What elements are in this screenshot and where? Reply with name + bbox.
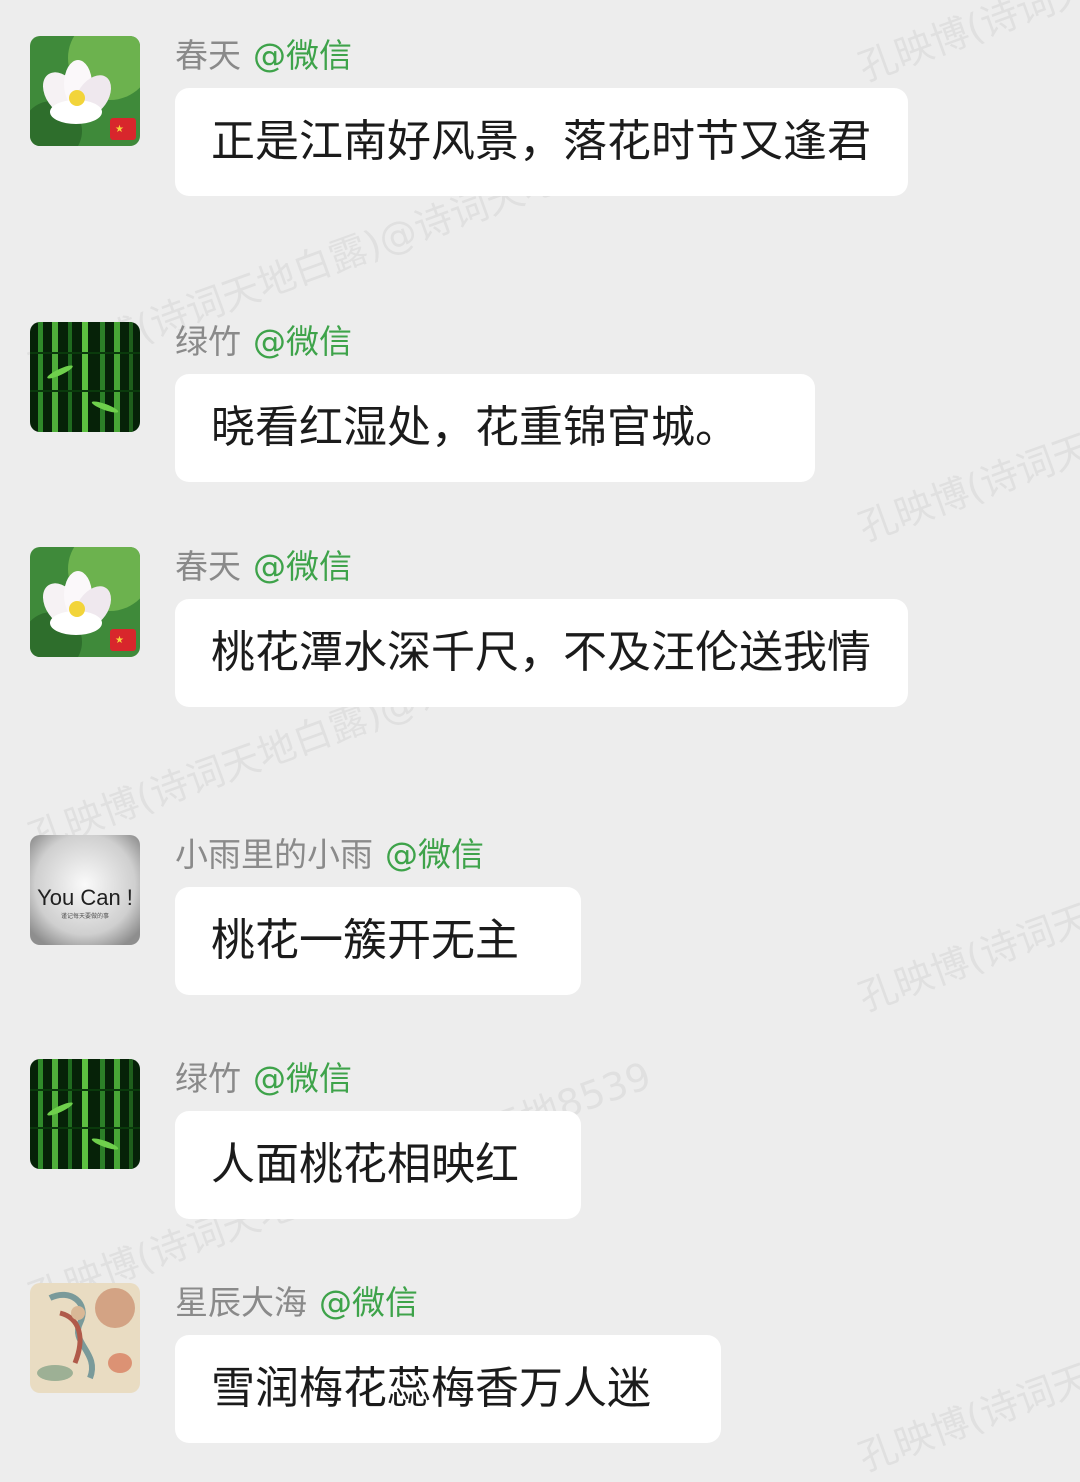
avatar[interactable]	[30, 1283, 140, 1393]
svg-text:★: ★	[115, 635, 124, 646]
watermark: 孔映博(诗词天地8539)	[853, 374, 1080, 550]
message-bubble[interactable]: 桃花一簇开无主	[175, 887, 581, 995]
svg-text:★: ★	[115, 124, 124, 135]
message-bubble[interactable]: 雪润梅花蕊梅香万人迷	[175, 1335, 721, 1443]
message-bubble[interactable]: 正是江南好风景，落花时节又逢君	[175, 88, 908, 196]
sender-name: 绿竹	[175, 1059, 241, 1098]
watermark: 孔映博(诗词天地8539)	[853, 844, 1080, 1020]
message-bubble[interactable]: 桃花潭水深千尺，不及汪伦送我情	[175, 599, 908, 707]
sender-tag: @微信	[385, 835, 484, 874]
lotus-avatar-icon: ★	[30, 547, 140, 657]
sender-name: 星辰大海	[175, 1283, 307, 1322]
sender-tag: @微信	[319, 1283, 418, 1322]
sender-line: 春天 @微信	[175, 34, 352, 78]
bamboo-avatar-icon	[30, 1059, 140, 1169]
sender-name: 小雨里的小雨	[175, 835, 373, 874]
sender-tag: @微信	[253, 1059, 352, 1098]
bamboo-avatar-icon	[30, 322, 140, 432]
avatar[interactable]: ★	[30, 547, 140, 657]
sender-line: 星辰大海 @微信	[175, 1281, 418, 1325]
avatar[interactable]	[30, 1059, 140, 1169]
avatar[interactable]	[30, 322, 140, 432]
sender-name: 春天	[175, 547, 241, 586]
watermark: 孔映博(诗词天地8539)	[853, 1304, 1080, 1480]
sender-name: 春天	[175, 36, 241, 75]
lotus-avatar-icon: ★	[30, 36, 140, 146]
chat-window: 孔映博(诗词天地8539) 孔映博(诗词天地白露)@诗词天地8539 孔映博(诗…	[0, 0, 1080, 1482]
message-bubble[interactable]: 人面桃花相映红	[175, 1111, 581, 1219]
you-can-avatar-icon: You Can ! 谨记每天要做的事	[30, 835, 140, 945]
avatar[interactable]: ★	[30, 36, 140, 146]
watermark: 孔映博(诗词天地8539)	[853, 0, 1080, 90]
sender-line: 春天 @微信	[175, 545, 352, 589]
you-can-title: You Can !	[37, 885, 133, 910]
sender-line: 小雨里的小雨 @微信	[175, 833, 484, 877]
sender-line: 绿竹 @微信	[175, 320, 352, 364]
painting-avatar-icon	[30, 1283, 140, 1393]
message-bubble[interactable]: 晓看红湿处，花重锦官城。	[175, 374, 815, 482]
sender-tag: @微信	[253, 36, 352, 75]
sender-tag: @微信	[253, 547, 352, 586]
sender-line: 绿竹 @微信	[175, 1057, 352, 1101]
sender-name: 绿竹	[175, 322, 241, 361]
you-can-subtitle: 谨记每天要做的事	[61, 912, 109, 920]
sender-tag: @微信	[253, 322, 352, 361]
avatar[interactable]: You Can ! 谨记每天要做的事	[30, 835, 140, 945]
